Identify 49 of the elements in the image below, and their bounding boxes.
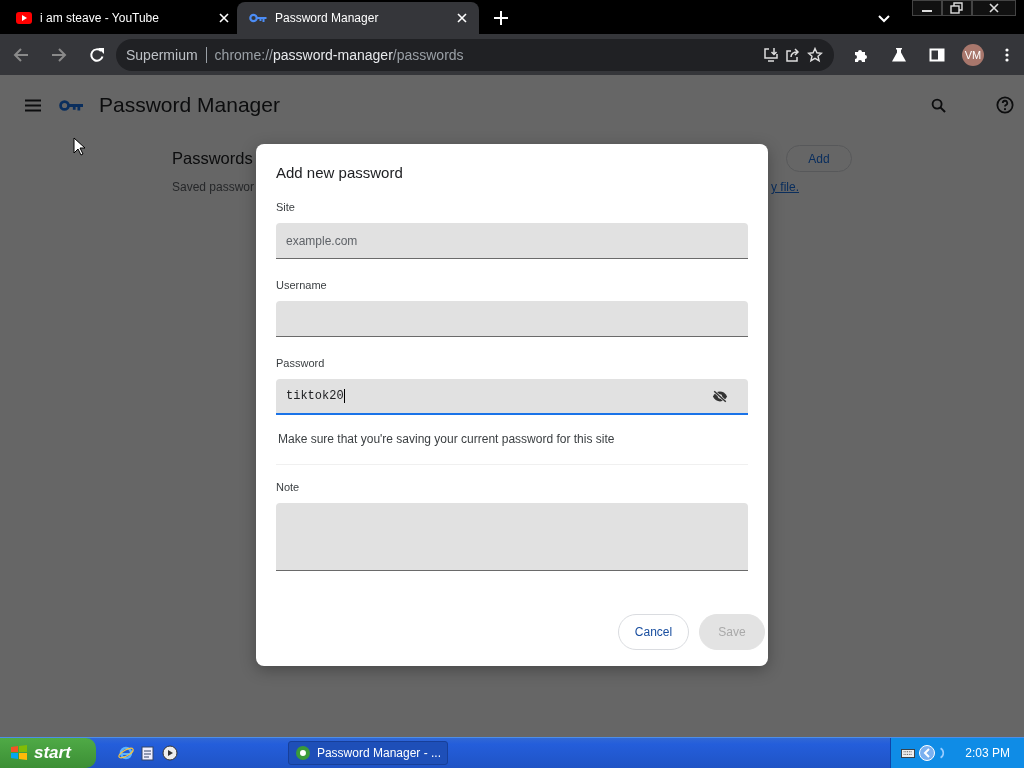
side-panel-icon[interactable] [929,46,945,63]
chevron-down-icon[interactable] [878,15,890,23]
browser-tab[interactable]: Password Manager [237,2,479,34]
star-icon[interactable] [807,46,823,63]
video-play-icon [16,12,32,24]
share-icon[interactable] [785,46,801,63]
media-player-icon[interactable] [162,745,178,761]
text-field[interactable] [276,301,748,337]
forward-arrow-icon[interactable] [51,46,67,63]
keyboard-icon[interactable] [901,748,916,758]
restore-icon[interactable] [942,0,972,16]
search-icon[interactable] [931,97,946,113]
eye-off-icon[interactable] [712,389,728,403]
address-bar[interactable]: Supermium chrome://password-manager/passwords [116,38,834,71]
menu-icon[interactable] [25,98,41,112]
reload-icon[interactable] [89,46,105,63]
password-field[interactable]: tiktok20 [276,379,748,415]
clock: 2:03 PM [965,746,1010,760]
plus-icon[interactable] [494,11,508,25]
more-menu-icon[interactable] [1005,46,1009,63]
chevron-left-icon[interactable] [919,745,936,761]
browser-logo-icon [295,745,311,761]
text-field[interactable]: example.com [276,223,748,259]
hint-text: Make sure that you're saving your current password for this site [278,432,616,446]
page-title: Password Manager [99,93,280,117]
field-label: Note [276,481,301,493]
note-field[interactable] [276,503,748,571]
browser-tab[interactable]: i am steave - YouTube [8,2,237,34]
internet-explorer-icon[interactable] [118,745,134,761]
cancel-button[interactable]: Cancel [618,614,689,650]
field-label: Password [276,357,326,369]
windows-logo-icon [10,744,28,762]
mouse-pointer-icon [73,137,85,156]
minimize-icon[interactable] [912,0,942,16]
field-label: Site [276,201,296,213]
dialog-title: Add new password [276,164,404,181]
document-icon[interactable] [140,745,156,761]
install-icon[interactable] [763,46,779,63]
flask-icon[interactable] [891,46,907,63]
field-label: Username [276,279,328,291]
section-title: Passwords [172,149,253,168]
key-icon [59,98,83,112]
back-arrow-icon[interactable] [13,46,29,63]
key-icon [249,13,267,23]
taskbar-window-button[interactable]: Password Manager - ... [288,741,448,765]
description-text: Saved passwor [172,180,255,194]
help-icon[interactable] [996,96,1014,114]
close-icon[interactable] [972,0,1016,16]
profile-avatar[interactable]: VM [962,43,984,66]
